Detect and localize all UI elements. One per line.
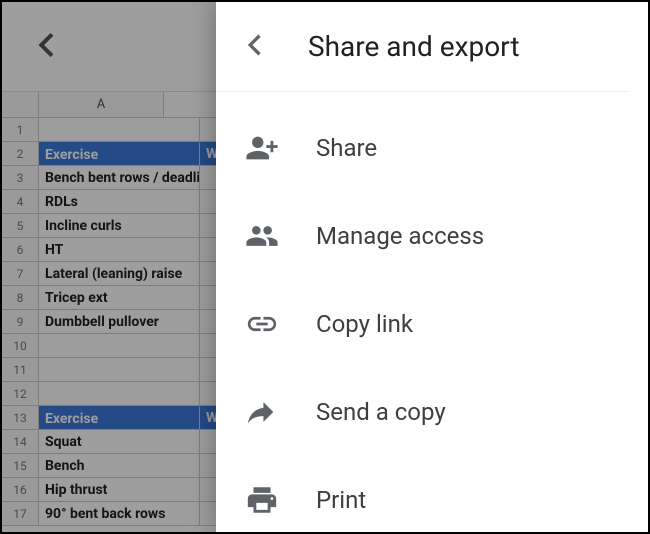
send-copy-icon [242,392,282,432]
menu-item-label: Print [316,486,366,514]
link-icon [242,304,282,344]
group-icon [242,216,282,256]
panel-title: Share and export [308,30,520,63]
share-export-panel: Share and export Share Manage access Copy … [216,2,648,532]
menu-item-manage-access[interactable]: Manage access [216,192,648,280]
menu-item-share[interactable]: Share [216,104,648,192]
menu-item-send-a-copy[interactable]: Send a copy [216,368,648,456]
menu-item-copy-link[interactable]: Copy link [216,280,648,368]
menu-item-print[interactable]: Print [216,456,648,534]
menu-item-label: Manage access [316,222,484,250]
modal-scrim[interactable] [2,2,216,532]
menu-item-label: Share [316,134,377,162]
print-icon [242,480,282,520]
menu-item-label: Send a copy [316,398,446,426]
panel-back-icon[interactable] [242,31,270,63]
person-add-icon [242,128,282,168]
menu-item-label: Copy link [316,310,413,338]
